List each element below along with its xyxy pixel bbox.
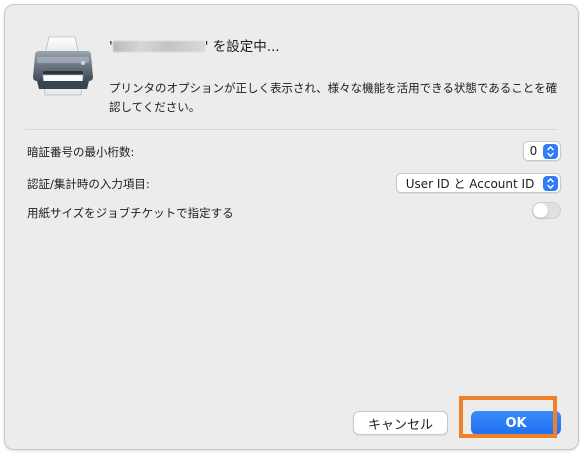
min-pin-digits-label: 暗証番号の最小桁数: [27, 145, 135, 159]
up-down-chevron-icon [543, 143, 558, 159]
min-pin-digits-popup[interactable]: 0 [523, 141, 561, 161]
auth-input-items-label: 認証/集計時の入力項目: [27, 177, 150, 191]
divider [25, 129, 558, 130]
up-down-chevron-icon [543, 175, 558, 191]
redacted-printer-name [112, 41, 205, 52]
printer-setup-dialog: ' ' を設定中... プリンタのオプションが正しく表示され、様々な機能を活用でき… [4, 4, 579, 450]
printer-icon [33, 36, 93, 96]
paper-size-jobticket-toggle[interactable] [532, 202, 561, 219]
paper-size-jobticket-label: 用紙サイズをジョブチケットで指定する [27, 206, 234, 220]
dialog-description: プリンタのオプションが正しく表示され、様々な機能を活用できる状態であることを確認… [109, 81, 558, 114]
cancel-button[interactable]: キャンセル [353, 411, 448, 435]
auth-input-items-value: User ID と Account ID [405, 176, 535, 191]
auth-input-items-popup[interactable]: User ID と Account ID [396, 173, 561, 193]
min-pin-digits-value: 0 [529, 144, 538, 158]
ok-highlight-box [459, 396, 557, 438]
toggle-knob [533, 203, 548, 218]
dialog-title: ' ' を設定中... [109, 35, 280, 55]
title-suffix: ' を設定中... [204, 39, 280, 55]
